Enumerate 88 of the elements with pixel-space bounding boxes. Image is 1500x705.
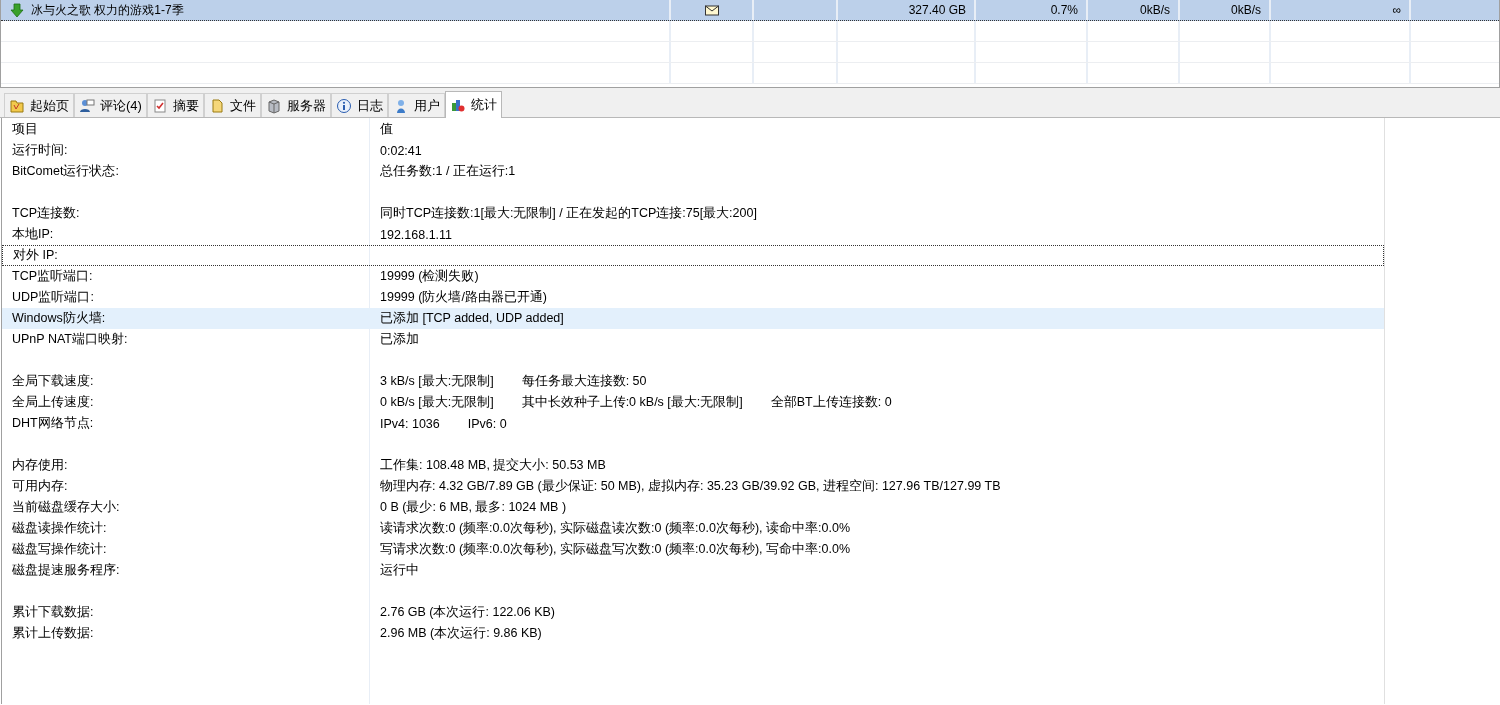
table-cell: 0kB/s [1231,3,1261,17]
tab[interactable]: 评论(4) [74,93,147,117]
list-row[interactable]: 本地IP: 192.168.1.11 [2,224,1384,245]
stat-value: 同时TCP连接数:1[最大:无限制] / 正在发起的TCP连接:75[最大:200] [380,205,757,222]
stat-value: 工作集: 108.48 MB, 提交大小: 50.53 MB [380,457,606,474]
stat-label: TCP连接数: [12,206,80,220]
tab[interactable]: 日志 [330,93,388,117]
list-row[interactable]: UPnP NAT端口映射: 已添加 [2,329,1384,350]
stat-value: 19999 (防火墙/路由器已开通) [380,289,548,306]
stat-value: 全部BT上传连接数: 0 [770,394,892,411]
list-row[interactable]: TCP监听端口: 19999 (检测失败) [2,266,1384,287]
stat-value: 总任务数:1 / 正在运行:1 [380,163,516,180]
tab[interactable]: 起始页 [4,93,74,117]
envelope-icon [703,2,720,18]
stat-value: 已添加 [TCP added, UDP added] [380,310,564,327]
stat-label: Windows防火墙: [12,311,106,325]
list-row[interactable]: 累计下载数据: 2.76 GB (本次运行: 122.06 KB) [2,602,1384,623]
stat-value: 读请求次数:0 (频率:0.0次每秒), 实际磁盘读次数:0 (频率:0.0次每秒), 读命中率:0.0% [380,520,850,537]
list-row[interactable]: 磁盘读操作统计: 读请求次数:0 (频率:0.0次每秒), 实际磁盘读次数:0 (频率:0.0次每秒), 读命中率:0.0% [2,518,1384,539]
people-icon [79,97,95,114]
stat-value: 2.76 GB (本次运行: 122.06 KB) [380,604,555,621]
list-row[interactable]: 可用内存: 物理内存: 4.32 GB/7.89 GB (最少保证: 50 MB), 虚拟内存: 35.23 GB/39.92 GB, 进程空间: 127.96 TB/127.99 TB [2,476,1384,497]
stat-label: UPnP NAT端口映射: [12,332,128,346]
stat-label: 磁盘读操作统计: [12,521,107,535]
stat-value: 3 kB/s [最大:无限制] [380,373,494,390]
info-icon [335,97,352,114]
stat-value: 物理内存: 4.32 GB/7.89 GB (最少保证: 50 MB), 虚拟内存: 35.23 GB/39.92 GB, 进程空间: 127.96 TB/127.99 TB [380,478,1001,495]
stat-label: 磁盘提速服务程序: [12,563,120,577]
down-arrow-icon [9,2,25,18]
stat-label: 对外 IP: [13,248,58,262]
list-row[interactable]: UDP监听端口: 19999 (防火墙/路由器已开通) [2,287,1384,308]
table-cell: 0kB/s [1140,3,1170,17]
table-cell: ∞ [1392,3,1401,17]
chart-blocks-icon [449,97,466,113]
list-row[interactable]: 累计上传数据: 2.96 MB (本次运行: 9.86 KB) [2,623,1384,644]
folder-icon [9,97,25,114]
list-row[interactable]: 对外 IP: [2,245,1384,266]
stat-value: 每任务最大连接数: 50 [521,373,647,390]
list-row[interactable]: 磁盘提速服务程序: 运行中 [2,560,1384,581]
table-cell: 0.7% [1050,3,1078,17]
list-row[interactable]: 当前磁盘缓存大小: 0 B (最少: 6 MB, 最多: 1024 MB ) [2,497,1384,518]
stat-label: TCP监听端口: [12,269,93,283]
server-icon [265,97,282,114]
stat-label: UDP监听端口: [12,290,94,304]
stat-label: 累计上传数据: [12,626,94,640]
tab[interactable]: 统计 [444,91,502,118]
stat-label: BitComet运行状态: [12,164,119,178]
stat-value: 写请求次数:0 (频率:0.0次每秒), 实际磁盘写次数:0 (频率:0.0次每秒), 写命中率:0.0% [380,541,850,558]
list-row[interactable]: DHT网络节点: IPv4: 1036 IPv6: 0 [2,413,1384,434]
stat-value: 0:02:41 [380,143,422,158]
stat-label: 全局下载速度: [12,374,94,388]
list-row[interactable]: Windows防火墙: 已添加 [TCP added, UDP added] [2,308,1384,329]
list-row[interactable]: 内存使用: 工作集: 108.48 MB, 提交大小: 50.53 MB [2,455,1384,476]
stat-value: 其中长效种子上传:0 kB/s [最大:无限制] [521,394,743,411]
stat-label: 全局上传速度: [12,395,94,409]
stat-label: 累计下载数据: [12,605,94,619]
table-cell: 327.40 GB [908,3,966,17]
stat-value: IPv6: 0 [467,416,507,431]
column-header[interactable]: 值 [368,121,393,138]
task-name: 冰与火之歌 权力的游戏1-7季 [31,1,184,19]
checklist-icon [151,97,168,114]
tab[interactable]: 用户 [387,93,445,117]
tab[interactable]: 摘要 [146,93,204,117]
list-row[interactable]: 全局下载速度: 3 kB/s [最大:无限制] 每任务最大连接数: 50 [2,371,1384,392]
list-row[interactable]: 运行时间: 0:02:41 [2,140,1384,161]
stat-value: 192.168.1.11 [380,227,453,242]
list-row[interactable]: 全局上传速度: 0 kB/s [最大:无限制] 其中长效种子上传:0 kB/s [最大:无限制] 全部BT上传连接数: 0 [2,392,1384,413]
stat-label: 内存使用: [12,458,68,472]
stat-value: 已添加 [380,331,419,348]
stat-value: 运行中 [380,562,419,579]
list-row[interactable]: 磁盘写操作统计: 写请求次数:0 (频率:0.0次每秒), 实际磁盘写次数:0 (频率:0.0次每秒), 写命中率:0.0% [2,539,1384,560]
list-row[interactable]: BitComet运行状态: 总任务数:1 / 正在运行:1 [2,161,1384,182]
stat-value: IPv4: 1036 [380,416,440,431]
tab[interactable]: 服务器 [260,93,331,117]
stat-value: 2.96 MB (本次运行: 9.86 KB) [380,625,542,642]
stat-label: DHT网络节点: [12,416,94,430]
stat-label: 当前磁盘缓存大小: [12,500,120,514]
stat-label: 磁盘写操作统计: [12,542,107,556]
stat-value: 0 B (最少: 6 MB, 最多: 1024 MB ) [380,499,567,516]
stat-value: 0 kB/s [最大:无限制] [380,394,494,411]
list-row[interactable]: TCP连接数: 同时TCP连接数:1[最大:无限制] / 正在发起的TCP连接:75[最大:200] [2,203,1384,224]
task-row[interactable]: 冰与火之歌 权力的游戏1-7季 327.40 GB 0.7% 0kB/s 0kB/s ∞ [1,0,1499,21]
stat-value: 19999 (检测失败) [380,268,479,285]
stat-label: 本地IP: [12,227,54,241]
tab[interactable]: 文件 [203,93,261,117]
column-header[interactable]: 项目 [2,121,368,138]
stat-label: 运行时间: [12,143,68,157]
stat-label: 可用内存: [12,479,68,493]
